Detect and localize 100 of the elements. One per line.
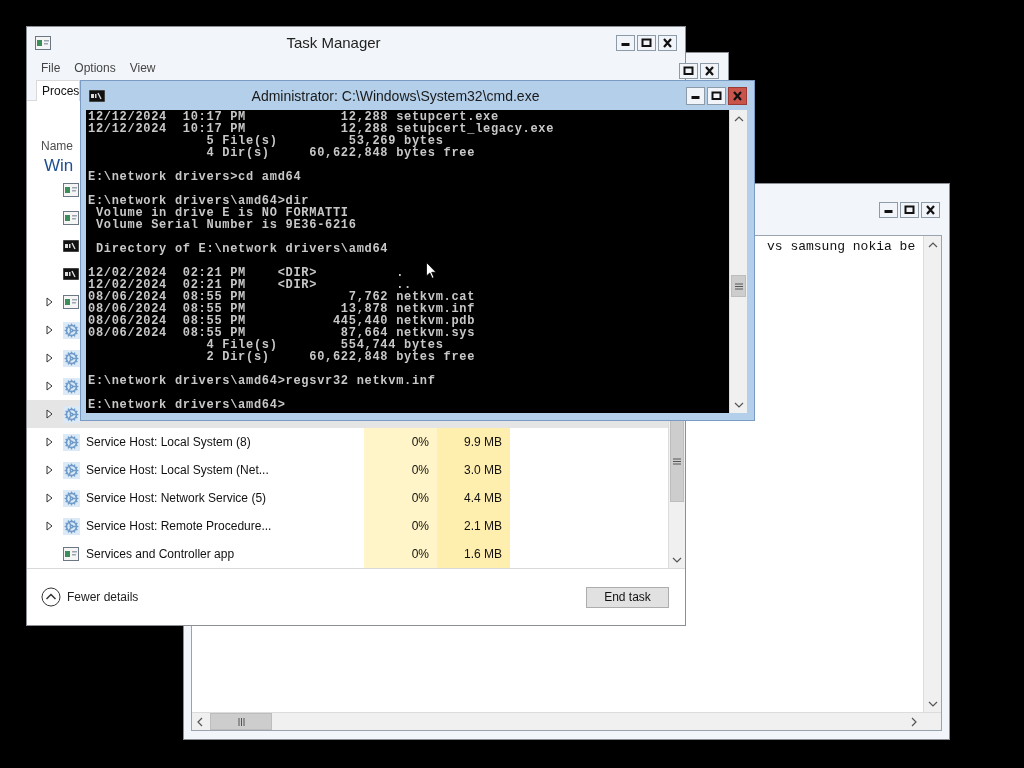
end-task-button[interactable]: End task <box>586 586 669 608</box>
console-icon <box>63 268 79 280</box>
console-line: E:\network drivers>cd amd64 <box>88 171 302 183</box>
memory-value: 3.0 MB <box>464 463 502 477</box>
console-line: Volume Serial Number is 9E36-6216 <box>94 219 357 231</box>
console-line: E:\network drivers\amd64> <box>88 399 286 411</box>
close-icon <box>662 37 673 48</box>
cpu-value: 0% <box>411 463 429 477</box>
console-line: 08/06/2024 08:55 PM 7,762 netkvm.cat <box>88 291 476 303</box>
memory-value: 9.9 MB <box>464 435 502 449</box>
process-row[interactable]: Services and Controller app 0% 1.6 MB <box>27 540 668 568</box>
grip-icon <box>673 457 681 465</box>
app-window-icon <box>63 211 79 225</box>
app-window-icon <box>63 183 79 197</box>
console-line: 08/06/2024 08:55 PM 87,664 netkvm.sys <box>88 327 476 339</box>
expand-icon[interactable] <box>45 437 53 447</box>
maximize-icon <box>711 90 722 101</box>
maximize-button[interactable] <box>637 34 656 51</box>
memory-value: 1.6 MB <box>464 547 502 561</box>
gear-icon <box>63 433 80 451</box>
app-window-icon <box>63 295 79 309</box>
process-name: Service Host: Local System (Net... <box>86 463 269 477</box>
close-icon <box>925 204 936 215</box>
console-line: Volume in drive E is NO FORMATTI <box>94 207 349 219</box>
console-line: 12/02/2024 02:21 PM <DIR> . <box>88 267 405 279</box>
window-title: Task Manager <box>286 34 381 51</box>
expand-icon[interactable] <box>45 381 53 391</box>
console-line: 5 File(s) 53,269 bytes <box>205 135 444 147</box>
close-button[interactable] <box>921 201 940 218</box>
console-line: 12/12/2024 10:17 PM 12,288 setupcert_legacy.exe <box>88 123 555 135</box>
maximize-button[interactable] <box>707 86 726 105</box>
cpu-value: 0% <box>411 435 429 449</box>
maximize-button[interactable] <box>900 201 919 218</box>
menu-item[interactable]: Options <box>74 61 116 75</box>
memory-value: 2.1 MB <box>464 519 502 533</box>
app-window-icon <box>35 35 51 50</box>
process-name: Service Host: Local System (8) <box>86 435 251 449</box>
cpu-value: 0% <box>411 491 429 505</box>
expand-icon[interactable] <box>45 297 53 307</box>
process-row[interactable]: Service Host: Network Service (5) 0% 4.4 MB <box>27 484 668 512</box>
console-line: E:\network drivers\amd64>dir <box>88 195 310 207</box>
close-button[interactable] <box>700 63 719 79</box>
console-line: E:\network drivers\amd64>regsvr32 netkvm.inf <box>88 375 436 387</box>
close-icon <box>732 90 743 101</box>
gear-icon <box>63 461 80 479</box>
minimize-button[interactable] <box>616 34 635 51</box>
expand-icon[interactable] <box>45 325 53 335</box>
process-name: Services and Controller app <box>86 547 235 561</box>
close-button[interactable] <box>658 34 677 51</box>
close-button[interactable] <box>728 86 747 105</box>
process-name: Service Host: Network Service (5) <box>86 491 267 505</box>
minimize-button[interactable] <box>879 201 898 218</box>
console-line: 12/02/2024 02:21 PM <DIR> .. <box>88 279 412 291</box>
maximize-icon <box>904 204 915 215</box>
process-name: Service Host: Remote Procedure... <box>86 519 272 533</box>
maximize-icon <box>683 66 694 76</box>
vertical-scrollbar[interactable] <box>923 236 941 712</box>
expand-icon[interactable] <box>45 353 53 363</box>
window-title: Administrator: C:\Windows\System32\cmd.exe <box>251 87 540 104</box>
minimize-button[interactable] <box>686 86 705 105</box>
expand-icon[interactable] <box>45 521 53 531</box>
close-icon <box>704 66 715 76</box>
maximize-button[interactable] <box>679 63 698 79</box>
console-line: 08/06/2024 08:55 PM 445,440 netkvm.pdb <box>88 315 476 327</box>
maximize-icon <box>641 37 652 48</box>
console-area[interactable] <box>86 110 729 413</box>
menu-item[interactable]: View <box>129 61 156 75</box>
console-line: 12/12/2024 10:17 PM 12,288 setupcert.exe <box>88 111 499 123</box>
expand-icon[interactable] <box>45 493 53 503</box>
expand-icon[interactable] <box>45 409 53 419</box>
group-heading: Win <box>44 156 74 176</box>
mouse-pointer-icon <box>426 262 437 279</box>
grip-icon <box>237 717 245 726</box>
tab[interactable]: Proces <box>36 80 81 101</box>
collapse-icon <box>41 587 61 607</box>
grip-icon <box>734 282 743 290</box>
cpu-value: 0% <box>411 519 429 533</box>
console-line: Directory of E:\network drivers\amd64 <box>94 243 389 255</box>
vertical-scrollbar[interactable] <box>668 420 685 568</box>
gear-icon <box>63 517 80 535</box>
process-row[interactable]: Service Host: Local System (Net... 0% 3.0 MB <box>27 456 668 484</box>
expand-icon[interactable] <box>45 465 53 475</box>
app-window-icon <box>63 547 79 561</box>
column-header[interactable]: Name <box>41 139 73 153</box>
document-text: vs samsung nokia be <box>767 239 916 254</box>
console-line: 4 Dir(s) 60,622,848 bytes free <box>205 147 476 159</box>
console-line: 4 File(s) 554,744 bytes <box>205 339 444 351</box>
console-icon <box>89 89 105 102</box>
vertical-scrollbar[interactable] <box>729 110 747 413</box>
fewer-details-link[interactable]: Fewer details <box>41 587 139 607</box>
memory-value: 4.4 MB <box>464 491 502 505</box>
console-line: 08/06/2024 08:55 PM 13,878 netkvm.inf <box>88 303 476 315</box>
console-line: 2 Dir(s) 60,622,848 bytes free <box>205 351 476 363</box>
console-icon <box>63 240 79 252</box>
cpu-value: 0% <box>411 547 429 561</box>
process-row[interactable]: Service Host: Remote Procedure... 0% 2.1 MB <box>27 512 668 540</box>
process-row[interactable]: Service Host: Local System (8) 0% 9.9 MB <box>27 428 668 456</box>
horizontal-scrollbar[interactable] <box>192 712 941 730</box>
gear-icon <box>63 489 80 507</box>
menu-item[interactable]: File <box>41 61 61 75</box>
